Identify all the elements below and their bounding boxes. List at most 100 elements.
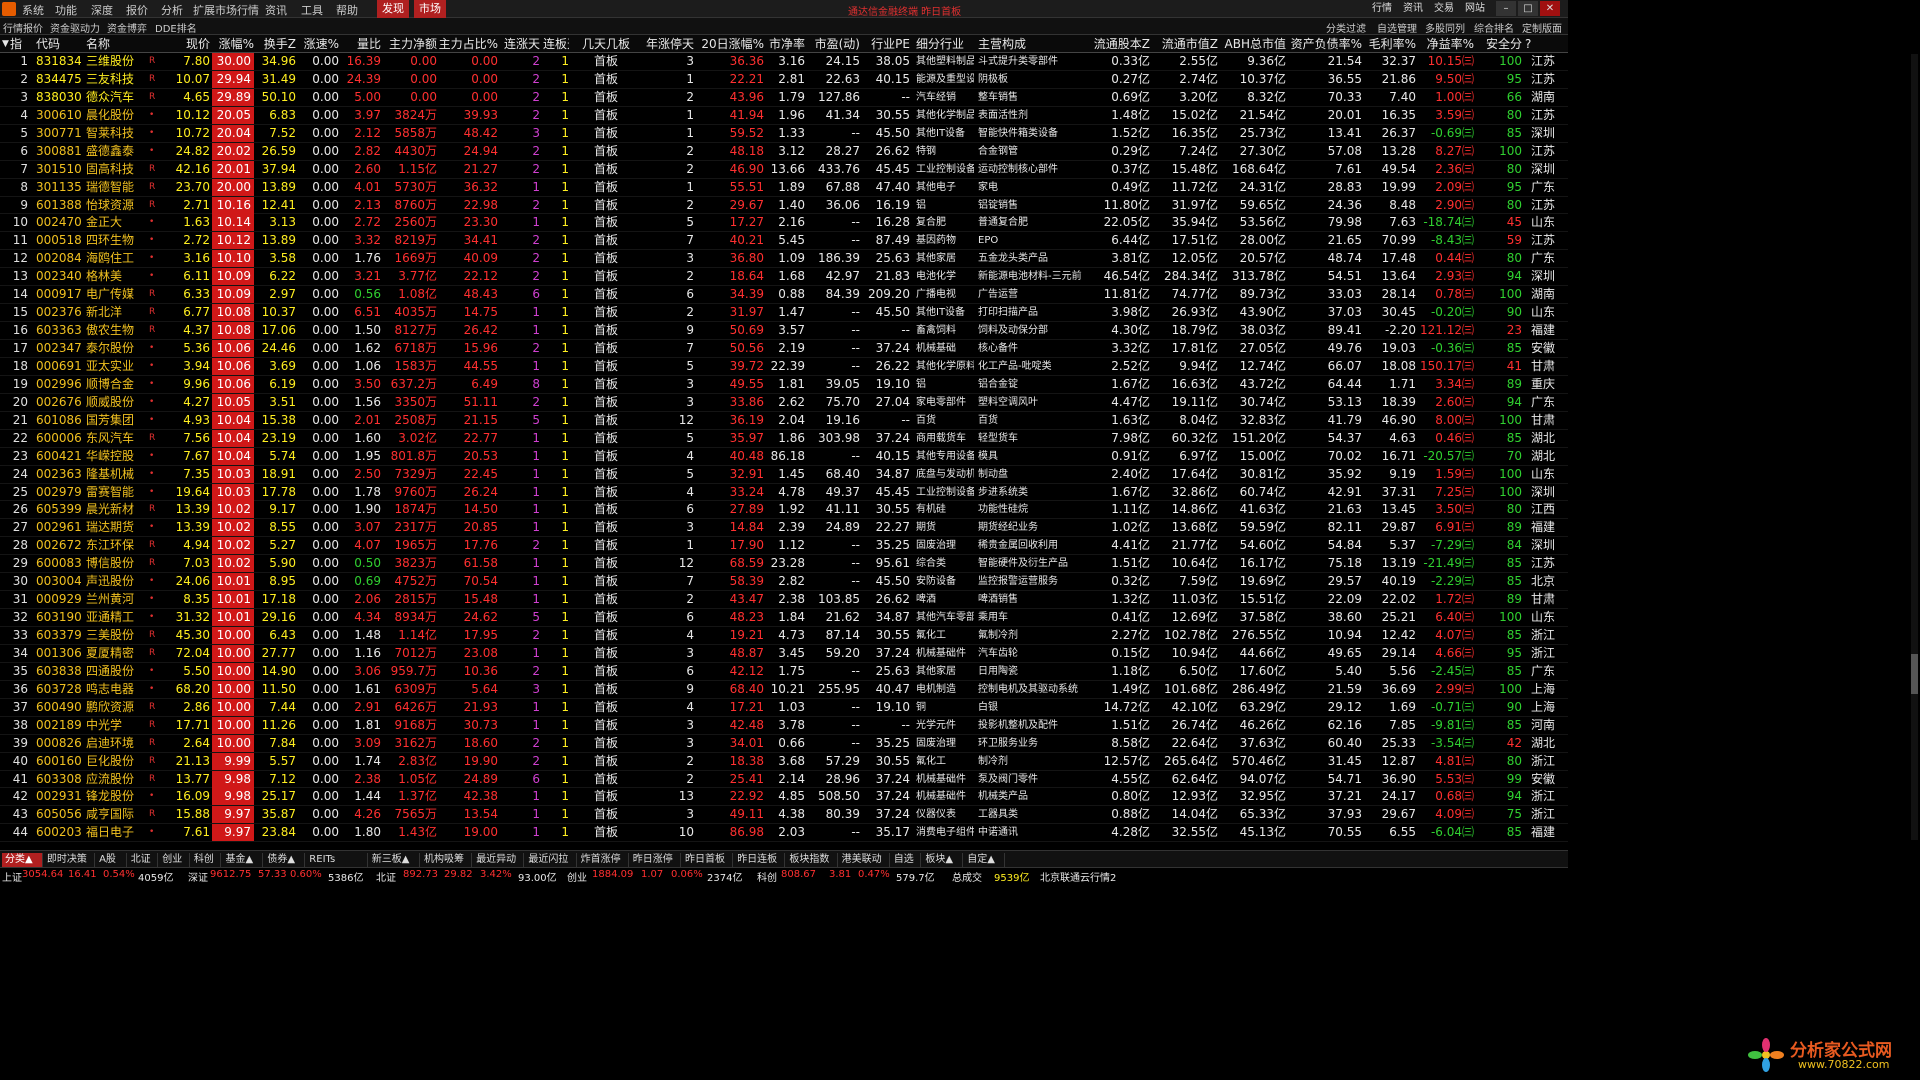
tab-yesterday-first-board[interactable]: 昨日首板 — [682, 853, 734, 867]
table-row[interactable]: 37 600490 鹏欣资源 R 2.86 10.00 7.44 0.00 2.91 6426万 2… — [0, 698, 1568, 717]
subtab-capital-drive[interactable]: 资金驱动力 — [50, 20, 100, 35]
table-row[interactable]: 7 301510 固高科技 R 42.16 20.01 37.94 0.00 2.60 1.15亿… — [0, 160, 1568, 179]
maximize-icon[interactable]: □ — [1518, 1, 1538, 16]
top-btn-news[interactable]: 资讯 — [1403, 1, 1423, 16]
table-row[interactable]: 34 001306 夏厦精密 R 72.04 10.00 27.77 0.00 1.16 7012… — [0, 644, 1568, 663]
subtab-quotes[interactable]: 行情报价 — [3, 20, 43, 35]
minimize-icon[interactable]: – — [1496, 1, 1516, 16]
header-boards[interactable]: 几天几板 — [572, 36, 640, 53]
table-row[interactable]: 21 601086 国芳集团 • 4.93 10.04 15.38 0.00 2.01 2508万… — [0, 411, 1568, 430]
header-pe[interactable]: 市盈(动) — [808, 36, 860, 53]
header-sub-industry[interactable]: 细分行业 — [916, 36, 974, 53]
table-row[interactable]: 1 831834 三维股份 R 7.80 30.00 34.96 0.00 16.39 0.00 0… — [0, 53, 1568, 71]
header-safety-score[interactable]: 安全分 — [1476, 36, 1522, 53]
header-abh-mcap[interactable]: ABH总市值 — [1220, 36, 1286, 53]
table-row[interactable]: 42 002931 锋龙股份 • 16.09 9.98 25.17 0.00 1.44 1.37亿… — [0, 788, 1568, 807]
menu-analysis[interactable]: 分析 — [161, 2, 183, 18]
table-row[interactable]: 29 600083 博信股份 R 7.03 10.02 5.90 0.00 0.50 3823万 6… — [0, 555, 1568, 574]
scrollbar-thumb[interactable] — [1911, 654, 1918, 694]
table-row[interactable]: 43 605056 咸亨国际 R 15.88 9.97 35.87 0.00 4.26 7565万… — [0, 806, 1568, 825]
table-row[interactable]: 5 300771 智莱科技 • 10.72 20.04 7.52 0.00 2.12 5858万 4… — [0, 124, 1568, 143]
tab-broken-limit[interactable]: 炸首涨停 — [578, 853, 629, 867]
table-row[interactable]: 44 600203 福日电子 • 7.61 9.97 23.84 0.00 1.80 1.43亿 1… — [0, 824, 1568, 843]
menu-function[interactable]: 功能 — [55, 2, 77, 18]
table-row[interactable]: 40 600160 巨化股份 R 21.13 9.99 5.57 0.00 1.74 2.83亿 1… — [0, 752, 1568, 771]
table-row[interactable]: 32 603190 亚通精工 • 31.32 10.01 29.16 0.00 4.34 8934… — [0, 609, 1568, 627]
tab-beijing[interactable]: 北证 — [128, 853, 159, 867]
btn-category-filter[interactable]: 分类过滤 — [1326, 20, 1366, 35]
tab-watchlist[interactable]: 自选 — [891, 853, 922, 867]
header-help[interactable]: ? — [1525, 36, 1555, 53]
tab-hk-us-link[interactable]: 港美联动 — [839, 853, 890, 867]
header-gross-margin[interactable]: 毛利率% — [1364, 36, 1416, 53]
tab-sector[interactable]: 板块▲ — [922, 853, 964, 867]
tab-yesterday-limit[interactable]: 昨日涨停 — [630, 853, 681, 867]
tab-a-shares[interactable]: A股 — [96, 853, 127, 867]
tab-institution-buy[interactable]: 机构吸筹 — [421, 853, 473, 867]
close-icon[interactable]: ✕ — [1540, 1, 1560, 16]
table-row[interactable]: 19 002996 顺博合金 • 9.96 10.06 6.19 0.00 3.50 637.2万… — [0, 375, 1568, 394]
table-row[interactable]: 10 002470 金正大 • 1.63 10.14 3.13 0.00 2.72 2560万 23… — [0, 214, 1568, 233]
header-roe[interactable]: 净益率% — [1418, 36, 1474, 53]
menu-tools[interactable]: 工具 — [301, 2, 323, 18]
table-row[interactable]: 6 300881 盛德鑫泰 • 24.82 20.02 26.59 0.00 2.82 4430万… — [0, 142, 1568, 161]
tab-custom[interactable]: 自定▲ — [964, 853, 1006, 867]
table-row[interactable]: 22 600006 东风汽车 R 7.56 10.04 23.19 0.00 1.60 3.02亿… — [0, 429, 1568, 448]
table-row[interactable]: 11 000518 四环生物 • 2.72 10.12 13.89 0.00 3.32 8219万… — [0, 232, 1568, 251]
tab-bond[interactable]: 债券▲ — [264, 853, 306, 867]
menu-help[interactable]: 帮助 — [336, 2, 358, 18]
tab-star[interactable]: 科创 — [191, 853, 222, 867]
table-row[interactable]: 18 000691 亚太实业 • 3.94 10.06 3.69 0.00 1.06 1583万 4… — [0, 357, 1568, 376]
table-row[interactable]: 36 603728 鸣志电器 • 68.20 10.00 11.50 0.00 1.61 6309… — [0, 680, 1568, 699]
table-row[interactable]: 2 834475 三友科技 R 10.07 29.94 31.49 0.00 24.39 0.00… — [0, 70, 1568, 89]
table-row[interactable]: 3 838030 德众汽车 R 4.65 29.89 50.10 0.00 5.00 0.00 0.… — [0, 88, 1568, 107]
table-row[interactable]: 14 000917 电广传媒 R 6.33 10.09 2.97 0.00 0.56 1.08亿 4… — [0, 286, 1568, 305]
header-20d-change[interactable]: 20日涨幅% — [696, 36, 764, 53]
tab-sector-index[interactable]: 板块指数 — [786, 853, 838, 867]
table-row[interactable]: 17 002347 泰尔股份 • 5.36 10.06 24.46 0.00 1.62 6718万… — [0, 340, 1568, 358]
table-row[interactable]: 38 002189 中光学 R 17.71 10.00 11.26 0.00 1.81 9168万… — [0, 716, 1568, 735]
header-limit-days[interactable]: 连板天 — [543, 36, 569, 53]
menu-system[interactable]: 系统 — [22, 2, 44, 18]
table-row[interactable]: 35 603838 四通股份 • 5.50 10.00 14.90 0.00 3.06 959.7… — [0, 662, 1568, 681]
tab-fund[interactable]: 基金▲ — [223, 853, 264, 867]
tab-discover[interactable]: 发现 — [377, 0, 409, 18]
header-up-days[interactable]: 连涨天 — [502, 36, 540, 53]
menu-depth[interactable]: 深度 — [91, 2, 113, 18]
tab-neeq[interactable]: 新三板▲ — [369, 853, 420, 867]
tab-recent-anomaly[interactable]: 最近异动 — [473, 853, 525, 867]
table-row[interactable]: 12 002084 海鸥住工 • 3.16 10.10 3.58 0.00 1.76 1669万 4… — [0, 250, 1568, 269]
btn-composite-rank[interactable]: 综合排名 — [1474, 20, 1514, 35]
subtab-capital-game[interactable]: 资金博弈 — [107, 20, 147, 35]
menu-news[interactable]: 资讯 — [265, 2, 287, 18]
header-main-net[interactable]: 主力净额 — [383, 36, 437, 53]
table-row[interactable]: 16 603363 傲农生物 R 4.37 10.08 17.06 0.00 1.50 8127万… — [0, 322, 1568, 340]
table-row[interactable]: 27 002961 瑞达期货 • 13.39 10.02 8.55 0.00 3.07 2317万… — [0, 519, 1568, 538]
tab-category[interactable]: 分类▲ — [2, 853, 43, 867]
app-logo-icon[interactable] — [2, 2, 16, 16]
header-float-mcap[interactable]: 流通市值Z — [1152, 36, 1218, 53]
table-row[interactable]: 25 002979 雷赛智能 • 19.64 10.03 17.78 0.00 1.78 9760… — [0, 483, 1568, 502]
top-btn-trade[interactable]: 交易 — [1434, 1, 1454, 16]
table-row[interactable]: 41 603308 应流股份 R 13.77 9.98 7.12 0.00 2.38 1.05亿 2… — [0, 770, 1568, 789]
top-btn-website[interactable]: 网站 — [1465, 1, 1485, 16]
tab-yesterday-consecutive[interactable]: 昨日连板 — [734, 853, 786, 867]
header-float-shares[interactable]: 流通股本Z — [1084, 36, 1150, 53]
table-row[interactable]: 39 000826 启迪环境 R 2.64 10.00 7.84 0.00 3.09 3162万 1… — [0, 734, 1568, 753]
server-status[interactable]: 北京联通云行情2 — [1040, 869, 1116, 884]
header-main-pct[interactable]: 主力占比% — [438, 36, 498, 53]
table-row[interactable]: 8 301135 瑞德智能 R 23.70 20.00 13.89 0.00 4.01 5730万… — [0, 178, 1568, 197]
header-debt-ratio[interactable]: 资产负债率% — [1288, 36, 1362, 53]
tab-reits[interactable]: REITs — [306, 853, 368, 867]
btn-watchlist-manage[interactable]: 自选管理 — [1377, 20, 1417, 35]
header-code[interactable]: 代码 — [36, 36, 81, 53]
table-row[interactable]: 26 605399 晨光新材 R 13.39 10.02 9.17 0.00 1.90 1874万… — [0, 501, 1568, 520]
table-row[interactable]: 24 002363 隆基机械 • 7.35 10.03 18.91 0.00 2.50 7329万… — [0, 465, 1568, 484]
header-main-business[interactable]: 主营构成 — [978, 36, 1082, 53]
tab-instant-decision[interactable]: 即时决策 — [44, 853, 96, 867]
btn-multi-stock[interactable]: 多股同列 — [1425, 20, 1465, 35]
table-row[interactable]: 20 002676 顺威股份 • 4.27 10.05 3.51 0.00 1.56 3350万 5… — [0, 393, 1568, 412]
header-name[interactable]: 名称 — [86, 36, 146, 53]
table-row[interactable]: 31 000929 兰州黄河 • 8.35 10.01 17.18 0.00 2.06 2815万… — [0, 591, 1568, 610]
menu-quote[interactable]: 报价 — [126, 2, 148, 18]
